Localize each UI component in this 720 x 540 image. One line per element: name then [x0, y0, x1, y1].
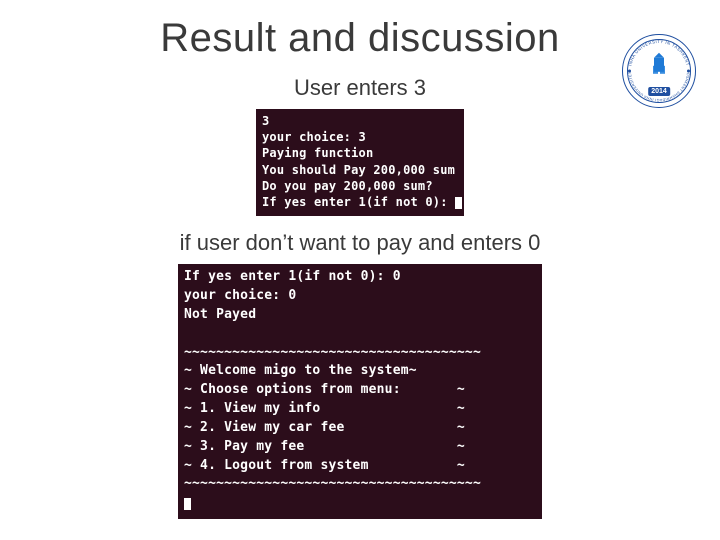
caption-2: if user don’t want to pay and enters 0 [0, 230, 720, 256]
logo-year: 2014 [648, 87, 670, 96]
university-logo: INHA UNIVERSITY IN TASHKENT TOSHKENT SHA… [622, 34, 696, 108]
slide-title: Result and discussion [0, 16, 720, 61]
caption-1: User enters 3 [0, 75, 720, 101]
logo-building-icon [648, 58, 670, 82]
terminal-screenshot-2: If yes enter 1(if not 0): 0 your choice:… [178, 264, 542, 519]
terminal-screenshot-1: 3 your choice: 3 Paying function You sho… [256, 109, 464, 216]
